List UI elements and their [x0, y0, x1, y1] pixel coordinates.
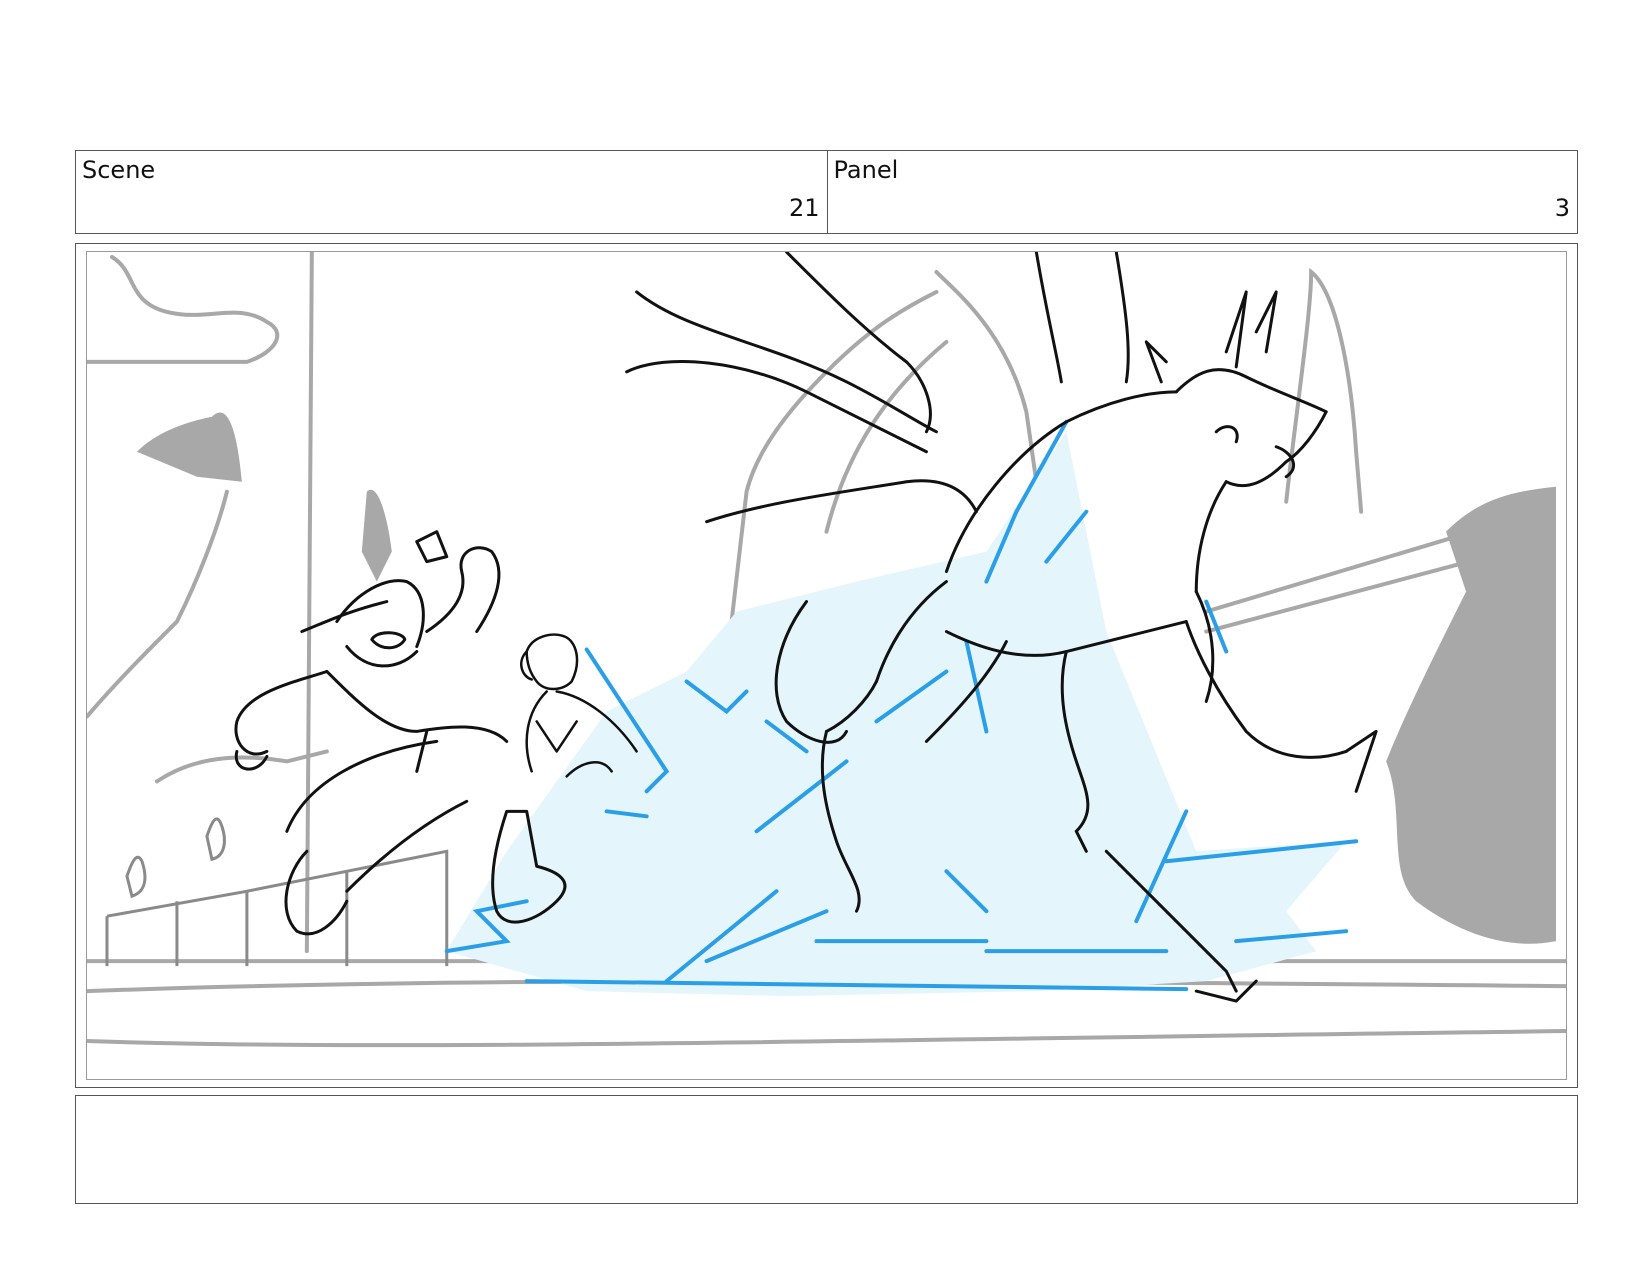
panel-label: Panel — [833, 156, 899, 184]
dialogue-notes-box — [75, 1095, 1578, 1204]
scene-label: Scene — [82, 156, 156, 184]
distant-towers — [105, 817, 449, 967]
panel-artwork — [86, 251, 1567, 1080]
storyboard-panel — [75, 243, 1578, 1088]
sketch-illustration — [87, 252, 1566, 1048]
scene-number: 21 — [788, 194, 820, 222]
panel-cell: Panel 3 — [826, 151, 1578, 233]
magic-burst — [444, 419, 1359, 997]
panel-header: Scene 21 Panel 3 — [75, 150, 1578, 234]
scene-cell: Scene 21 — [76, 151, 827, 233]
panel-number: 3 — [1554, 194, 1570, 222]
